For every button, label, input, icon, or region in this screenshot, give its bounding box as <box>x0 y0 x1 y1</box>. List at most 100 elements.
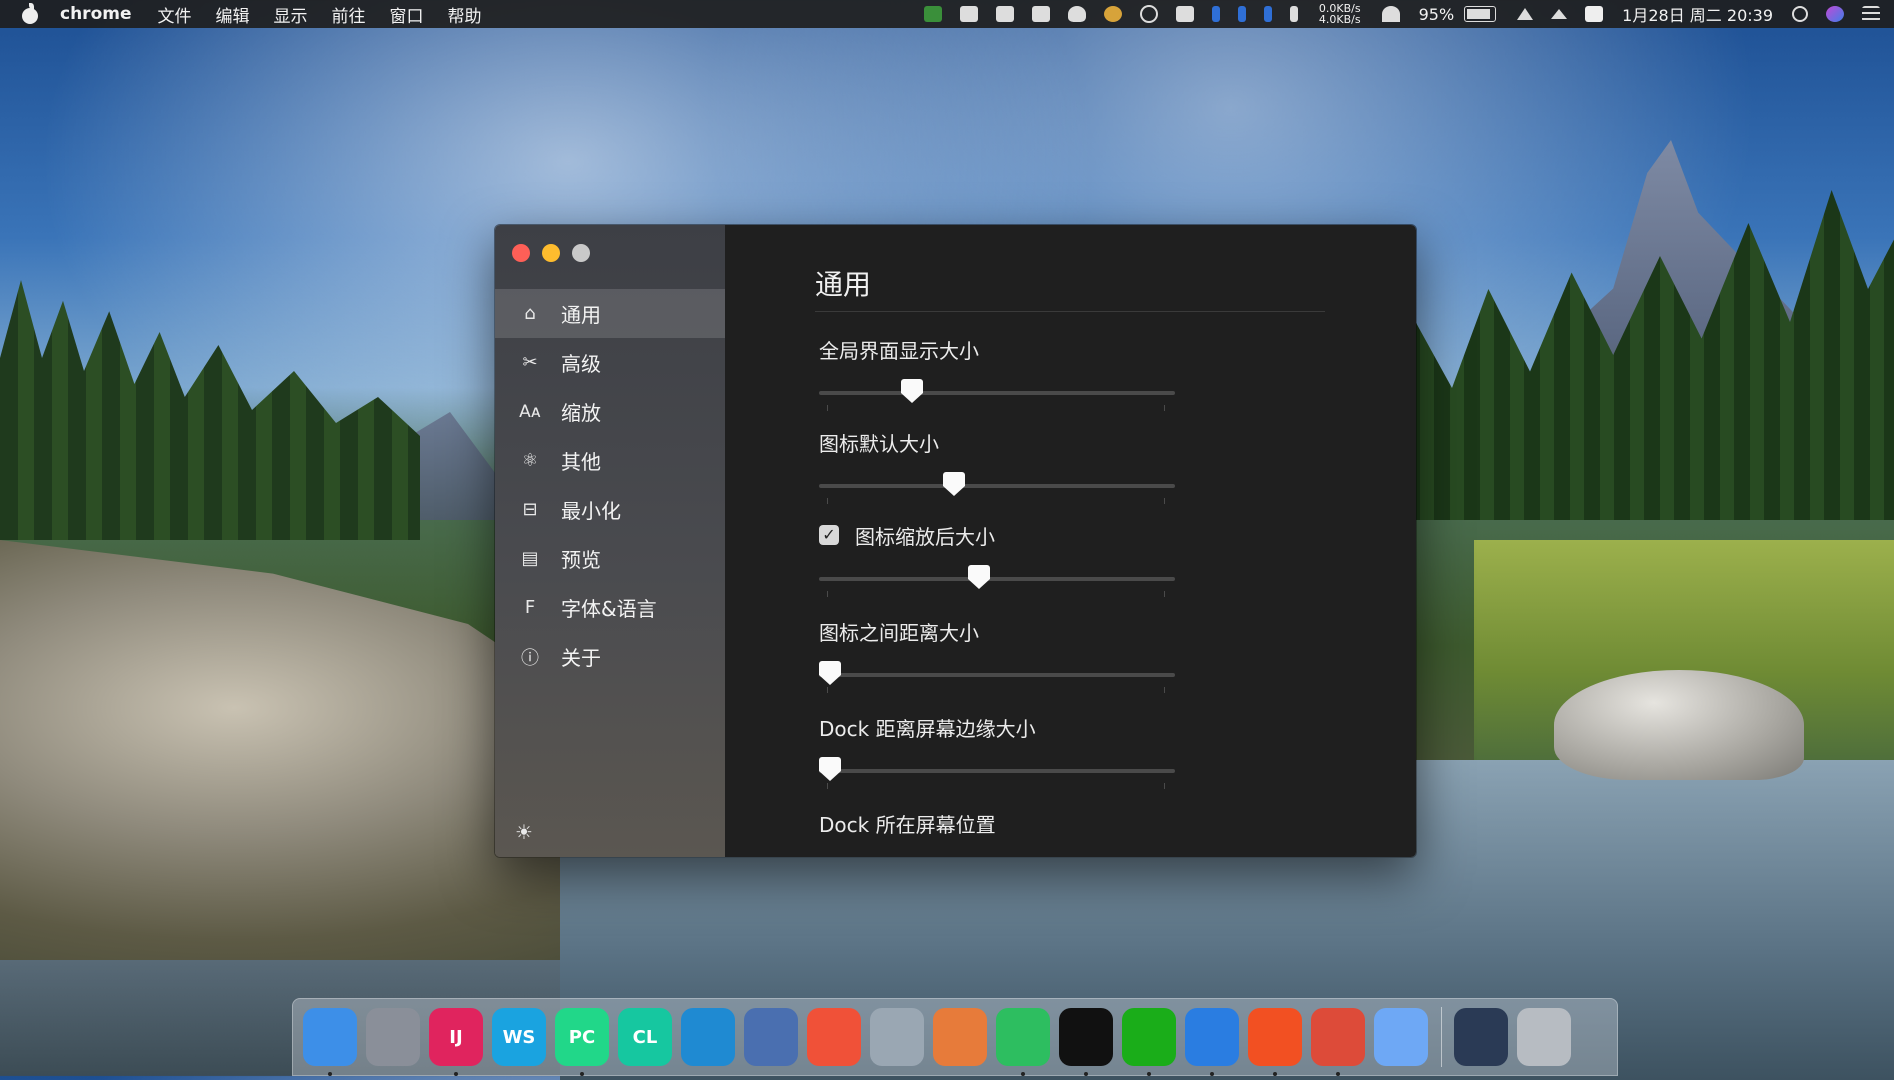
dock-app-pycharm-icon[interactable]: PC <box>555 1008 609 1076</box>
sidebar-item-zoom[interactable]: Aᴀ 缩放 <box>495 387 725 436</box>
bell-status-icon[interactable] <box>1067 6 1086 22</box>
wechat-status-icon[interactable] <box>959 6 978 22</box>
sidebar-item-preview[interactable]: ▤ 预览 <box>495 534 725 583</box>
network-speed[interactable]: 0.0KB/s 4.0KB/s <box>1319 3 1361 25</box>
slider-thumb[interactable] <box>900 379 923 405</box>
icon-magnified-size-label: 图标缩放后大小 <box>855 525 995 549</box>
app-menu-name[interactable]: chrome <box>60 4 132 24</box>
dock-app-photos-cloud-icon[interactable] <box>1374 1008 1428 1066</box>
dock-app-swift-icon[interactable] <box>807 1008 861 1066</box>
slider-track <box>819 769 1175 773</box>
global-ui-size-slider[interactable] <box>819 379 1175 419</box>
dock-app-launchpad-icon[interactable] <box>366 1008 420 1066</box>
battery-percent[interactable]: 95% <box>1419 5 1455 24</box>
sidebar-item-label: 关于 <box>561 646 601 670</box>
icon-spacing-label: 图标之间距离大小 <box>819 621 979 645</box>
dock-app-thunder-icon[interactable] <box>1185 1008 1239 1076</box>
dock-app-trash-icon[interactable] <box>1517 1008 1571 1066</box>
swap-meter-icon[interactable] <box>1289 6 1298 22</box>
eject-icon[interactable] <box>1551 9 1568 19</box>
zoom-window-button[interactable] <box>572 244 590 262</box>
dock-separator <box>1441 1007 1442 1067</box>
volume-icon[interactable] <box>1517 8 1534 20</box>
ssd-meter-icon[interactable] <box>1237 6 1246 22</box>
icon-spacing-slider[interactable] <box>818 661 1175 701</box>
dock: IJ WS PC CL <box>292 998 1618 1076</box>
dock-app-vs-code-icon[interactable] <box>681 1008 735 1066</box>
sidebar-item-general[interactable]: ⌂ 通用 <box>495 289 725 338</box>
app-status-icon[interactable] <box>1103 6 1122 22</box>
slider-thumb[interactable] <box>968 565 991 591</box>
sidebar-item-minimize[interactable]: ⊟ 最小化 <box>495 485 725 534</box>
dock-edge-distance-label: Dock 距离屏幕边缘大小 <box>819 717 1036 741</box>
wifi-icon[interactable] <box>1381 6 1400 22</box>
dock-app-trash-cleaner-icon[interactable] <box>870 1008 924 1066</box>
settings-panel: 通用 全局界面显示大小 图标默认大小 ✓ 图标缩放后大小 图标之间距离大小 Do… <box>725 225 1416 857</box>
running-indicator <box>1273 1072 1277 1076</box>
notification-center-icon[interactable] <box>1862 6 1880 22</box>
bookmark-status-icon[interactable] <box>995 6 1014 22</box>
cpu-meter-icon[interactable] <box>1211 6 1220 22</box>
preferences-window: ⌂ 通用 ✂ 高级 Aᴀ 缩放 ⚛ 其他 ⊟ 最小化 ▤ 预览 F 字体&语言 … <box>494 224 1417 858</box>
icon-magnify-checkbox[interactable]: ✓ <box>819 525 839 545</box>
dock-app-evernote-icon[interactable] <box>996 1008 1050 1076</box>
dock-app-qq-icon[interactable] <box>1059 1008 1113 1076</box>
dock-app-wechat-icon[interactable] <box>1122 1008 1176 1076</box>
running-indicator <box>1021 1072 1025 1076</box>
menu-help[interactable]: 帮助 <box>448 2 482 27</box>
dock-app-clion-icon[interactable]: CL <box>618 1008 672 1066</box>
icon-magnified-size-slider[interactable] <box>819 565 1175 605</box>
menu-clock[interactable]: 1月28日 周二 20:39 <box>1622 2 1773 26</box>
sidebar-item-label: 字体&语言 <box>561 597 657 621</box>
sidebar-item-font-language[interactable]: F 字体&语言 <box>495 583 725 632</box>
dock-edge-distance-slider[interactable] <box>818 757 1175 797</box>
running-indicator <box>1084 1072 1088 1076</box>
menu-window[interactable]: 窗口 <box>390 2 424 27</box>
slider-tick <box>1164 498 1165 504</box>
slider-track <box>819 484 1175 488</box>
brightness-status-icon[interactable] <box>1139 5 1158 23</box>
slider-thumb[interactable] <box>943 472 966 498</box>
user-status-icon[interactable] <box>1175 6 1194 22</box>
dock-app-intellij-idea-icon[interactable]: IJ <box>429 1008 483 1076</box>
icon-default-size-slider[interactable] <box>819 472 1175 512</box>
spotlight-search-icon[interactable] <box>1792 6 1808 22</box>
sidebar-item-advanced[interactable]: ✂ 高级 <box>495 338 725 387</box>
mem-meter-icon[interactable] <box>1263 6 1272 22</box>
slider-thumb[interactable] <box>818 757 841 783</box>
running-indicator <box>328 1072 332 1076</box>
input-method-icon[interactable] <box>1585 6 1604 22</box>
dock-app-screenshot-preview-icon[interactable] <box>1454 1008 1508 1066</box>
siri-icon[interactable] <box>1826 6 1844 22</box>
dock-app-finder-icon[interactable] <box>303 1008 357 1076</box>
dock-app-webstorm-icon[interactable]: WS <box>492 1008 546 1066</box>
battery-icon[interactable] <box>1464 6 1497 22</box>
menu-go[interactable]: 前往 <box>332 2 366 27</box>
apple-icon[interactable] <box>20 3 40 25</box>
menu-file[interactable]: 文件 <box>158 2 192 27</box>
nvidia-icon[interactable] <box>923 6 942 22</box>
sidebar-item-label: 高级 <box>561 352 601 376</box>
slider-track <box>819 673 1175 677</box>
sidebar-nav: ⌂ 通用 ✂ 高级 Aᴀ 缩放 ⚛ 其他 ⊟ 最小化 ▤ 预览 F 字体&语言 … <box>495 289 725 681</box>
slider-tick <box>1164 783 1165 789</box>
running-indicator <box>1210 1072 1214 1076</box>
sidebar-item-about[interactable]: ⓘ 关于 <box>495 632 725 681</box>
sun-icon[interactable]: ☀ <box>513 821 535 843</box>
menu-edit[interactable]: 编辑 <box>216 2 250 27</box>
tools-icon: ✂ <box>522 352 538 373</box>
dock-app-remote-desktop-icon[interactable] <box>744 1008 798 1066</box>
minimize-window-button[interactable] <box>542 244 560 262</box>
sidebar-item-other[interactable]: ⚛ 其他 <box>495 436 725 485</box>
home-icon: ⌂ <box>524 303 536 324</box>
menu-view[interactable]: 显示 <box>274 2 308 27</box>
dock-app-nova-icon[interactable] <box>933 1008 987 1066</box>
slider-thumb[interactable] <box>818 661 841 687</box>
info-icon: ⓘ <box>521 647 539 669</box>
dock-app-office-icon[interactable] <box>1248 1008 1302 1076</box>
dock-app-chrome-icon[interactable] <box>1311 1008 1365 1076</box>
page-title: 通用 <box>815 268 872 301</box>
font-icon: F <box>524 597 536 618</box>
close-window-button[interactable] <box>512 244 530 262</box>
shield-status-icon[interactable] <box>1031 6 1050 22</box>
